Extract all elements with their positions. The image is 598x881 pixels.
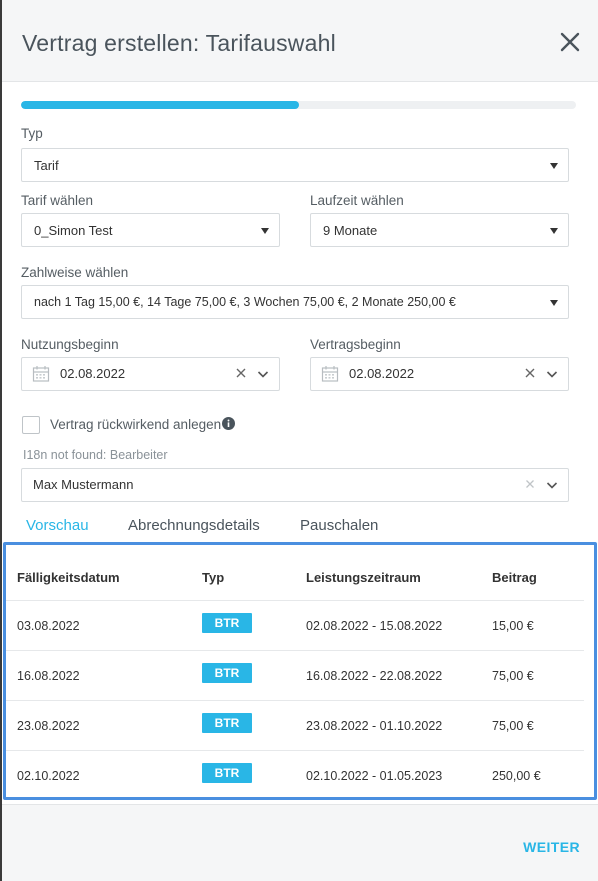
column-header-beitrag: Beitrag	[492, 570, 537, 585]
clear-icon[interactable]	[524, 478, 536, 492]
weiter-button[interactable]: WEITER	[523, 839, 580, 855]
bearbeiter-value: Max Mustermann	[33, 477, 134, 492]
chevron-down-icon[interactable]	[546, 479, 558, 494]
nutzungsbeginn-label: Nutzungsbeginn	[21, 337, 119, 352]
clear-icon[interactable]	[235, 367, 247, 381]
due-date-cell: 16.08.2022	[17, 669, 80, 683]
clear-icon[interactable]	[524, 367, 536, 381]
tarif-label: Tarif wählen	[21, 193, 94, 208]
tab-vorschau[interactable]: Vorschau	[26, 517, 89, 534]
period-cell: 23.08.2022 - 01.10.2022	[306, 719, 443, 733]
zahlweise-select[interactable]: nach 1 Tag 15,00 €, 14 Tage 75,00 €, 3 W…	[21, 285, 569, 319]
type-badge: BTR	[202, 763, 252, 783]
caret-down-icon	[550, 300, 558, 306]
period-cell: 02.08.2022 - 15.08.2022	[306, 619, 443, 633]
laufzeit-value: 9 Monate	[323, 222, 378, 238]
column-header-typ: Typ	[202, 570, 225, 585]
bearbeiter-label: I18n not found: Bearbeiter	[23, 448, 168, 462]
period-cell: 02.10.2022 - 01.05.2023	[306, 769, 443, 783]
dialog-title: Vertrag erstellen: Tarifauswahl	[22, 30, 336, 56]
due-date-cell: 02.10.2022	[17, 769, 80, 783]
period-cell: 16.08.2022 - 22.08.2022	[306, 669, 443, 683]
typ-select[interactable]: Tarif	[21, 148, 569, 182]
amount-cell: 15,00 €	[492, 619, 534, 633]
preview-table: Fälligkeitsdatum Typ Leistungszeitraum B…	[3, 542, 597, 800]
dialog-footer: WEITER	[2, 804, 598, 881]
table-row: 16.08.2022 BTR 16.08.2022 - 22.08.2022 7…	[6, 650, 584, 700]
zahlweise-label: Zahlweise wählen	[21, 265, 129, 280]
dialog-header: Vertrag erstellen: Tarifauswahl	[2, 0, 598, 82]
laufzeit-select[interactable]: 9 Monate	[310, 213, 569, 247]
vertragsbeginn-value: 02.08.2022	[349, 366, 415, 381]
table-row: 02.10.2022 BTR 02.10.2022 - 01.05.2023 2…	[6, 750, 584, 800]
close-icon[interactable]	[558, 30, 582, 54]
rueckwirkend-label: Vertrag rückwirkend anlegen	[50, 417, 222, 432]
column-header-leistungszeitraum: Leistungszeitraum	[306, 570, 421, 585]
calendar-icon	[32, 365, 50, 386]
rueckwirkend-checkbox[interactable]	[22, 416, 40, 434]
progress-bar	[21, 101, 576, 109]
progress-fill	[21, 101, 299, 109]
vertragsbeginn-datepicker[interactable]: 02.08.2022	[310, 357, 569, 391]
chevron-down-icon[interactable]	[546, 368, 558, 383]
tab-abrechnungsdetails[interactable]: Abrechnungsdetails	[128, 517, 260, 534]
column-header-faelligkeitsdatum: Fälligkeitsdatum	[17, 570, 120, 585]
tab-pauschalen[interactable]: Pauschalen	[300, 517, 378, 534]
calendar-icon	[321, 365, 339, 386]
typ-label: Typ	[21, 126, 43, 141]
due-date-cell: 23.08.2022	[17, 719, 80, 733]
info-icon[interactable]	[222, 417, 235, 435]
tarif-value: 0_Simon Test	[34, 222, 113, 238]
type-badge: BTR	[202, 663, 252, 683]
laufzeit-label: Laufzeit wählen	[310, 193, 404, 208]
nutzungsbeginn-value: 02.08.2022	[60, 366, 126, 381]
tarif-select[interactable]: 0_Simon Test	[21, 213, 280, 247]
amount-cell: 75,00 €	[492, 719, 534, 733]
caret-down-icon	[550, 228, 558, 234]
window-edge	[0, 0, 2, 881]
vertragsbeginn-label: Vertragsbeginn	[310, 337, 401, 352]
nutzungsbeginn-datepicker[interactable]: 02.08.2022	[21, 357, 280, 391]
zahlweise-value: nach 1 Tag 15,00 €, 14 Tage 75,00 €, 3 W…	[34, 295, 456, 309]
bearbeiter-select[interactable]: Max Mustermann	[21, 468, 569, 502]
type-badge: BTR	[202, 713, 252, 733]
typ-value: Tarif	[34, 157, 59, 173]
table-row: 03.08.2022 BTR 02.08.2022 - 15.08.2022 1…	[6, 600, 584, 650]
type-badge: BTR	[202, 613, 252, 633]
caret-down-icon	[261, 228, 269, 234]
amount-cell: 75,00 €	[492, 669, 534, 683]
chevron-down-icon[interactable]	[257, 368, 269, 383]
caret-down-icon	[550, 163, 558, 169]
due-date-cell: 03.08.2022	[17, 619, 80, 633]
table-row: 23.08.2022 BTR 23.08.2022 - 01.10.2022 7…	[6, 700, 584, 750]
amount-cell: 250,00 €	[492, 769, 541, 783]
